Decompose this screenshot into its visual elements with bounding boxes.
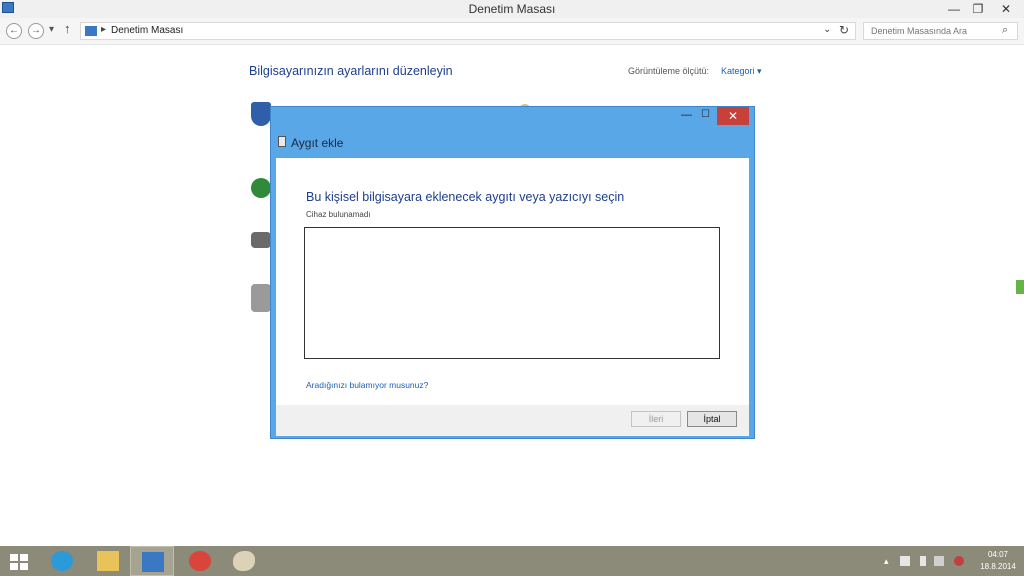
network-icon[interactable] [934,556,944,566]
recent-locations-dropdown[interactable]: ▾ [49,24,54,35]
address-bar[interactable]: ▸ Denetim Masası ⌄ ↻ [80,22,856,40]
taskbar-chrome[interactable] [178,546,222,576]
address-dropdown-icon[interactable]: ⌄ [823,24,831,35]
clock-date[interactable]: 18.8.2014 [976,562,1020,571]
paint-palette-icon [233,551,255,571]
dialog-footer: İleri İptal [276,405,749,436]
dialog-title: Aygıt ekle [291,136,344,150]
charms-edge-arrow-icon[interactable] [1016,280,1024,294]
breadcrumb-separator[interactable]: ▸ [101,24,106,35]
search-placeholder: Denetim Masasında Ara [871,26,968,36]
battery-icon[interactable] [920,556,926,566]
taskbar-internet-explorer[interactable] [40,546,84,576]
next-button[interactable]: İleri [631,411,681,427]
window-title: Denetim Masası [468,2,556,16]
taskbar-control-panel[interactable] [130,546,174,576]
volume-muted-icon[interactable] [954,556,964,566]
refresh-button[interactable]: ↻ [839,23,849,37]
device-list[interactable] [304,227,720,359]
forward-button[interactable]: → [28,23,44,39]
dialog-maximize-button[interactable]: ☐ [701,109,710,120]
flag-icon[interactable] [900,556,910,566]
dialog-content: Bu kişisel bilgisayara eklenecek aygıtı … [276,158,749,406]
device-search-status: Cihaz bulunamadı [306,210,371,219]
globe-icon[interactable] [251,178,271,198]
taskbar-file-explorer[interactable] [86,546,130,576]
breadcrumb-item[interactable]: Denetim Masası [111,25,183,36]
start-button[interactable] [0,546,44,576]
close-button[interactable]: ✕ [992,0,1020,18]
clock-time[interactable]: 04:07 [978,550,1018,559]
navigation-bar: ← → ▾ ↑ ▸ Denetim Masası ⌄ ↻ Denetim Mas… [0,18,1024,45]
dialog-close-button[interactable]: ✕ [717,107,749,125]
folder-icon [97,551,119,571]
chevron-up-icon[interactable]: ▴ [884,556,894,566]
page-title: Bilgisayarınızın ayarlarını düzenleyin [249,64,453,78]
control-panel-icon [142,552,164,572]
device-icon [278,136,286,147]
view-by-label: Görüntüleme ölçütü: [628,66,710,76]
taskbar-paint[interactable] [222,546,266,576]
cancel-button[interactable]: İptal [687,411,737,427]
taskbar [0,546,1024,576]
dialog-heading: Bu kişisel bilgisayara eklenecek aygıtı … [306,190,625,204]
window-title-bar: Denetim Masası — ❐ ✕ [0,0,1024,18]
printer-icon[interactable] [251,232,271,248]
chrome-icon [189,551,211,571]
up-button[interactable]: ↑ [64,21,71,36]
help-link[interactable]: Aradığınızı bulamıyor musunuz? [306,380,428,390]
add-device-dialog: — ☐ ✕ Aygıt ekle Bu kişisel bilgisayara … [270,106,755,439]
windows-logo-icon [10,554,28,570]
shield-icon[interactable] [251,102,271,126]
back-button[interactable]: ← [6,23,22,39]
internet-explorer-icon [51,551,73,571]
programs-icon[interactable] [251,284,271,312]
dialog-minimize-button[interactable]: — [681,109,692,121]
control-panel-icon [85,26,97,36]
view-by-dropdown[interactable]: Kategori ▾ [721,66,762,77]
search-input[interactable]: Denetim Masasında Ara ⌕ [863,22,1018,40]
search-icon[interactable]: ⌕ [1002,24,1008,37]
restore-button[interactable]: ❐ [964,0,992,18]
